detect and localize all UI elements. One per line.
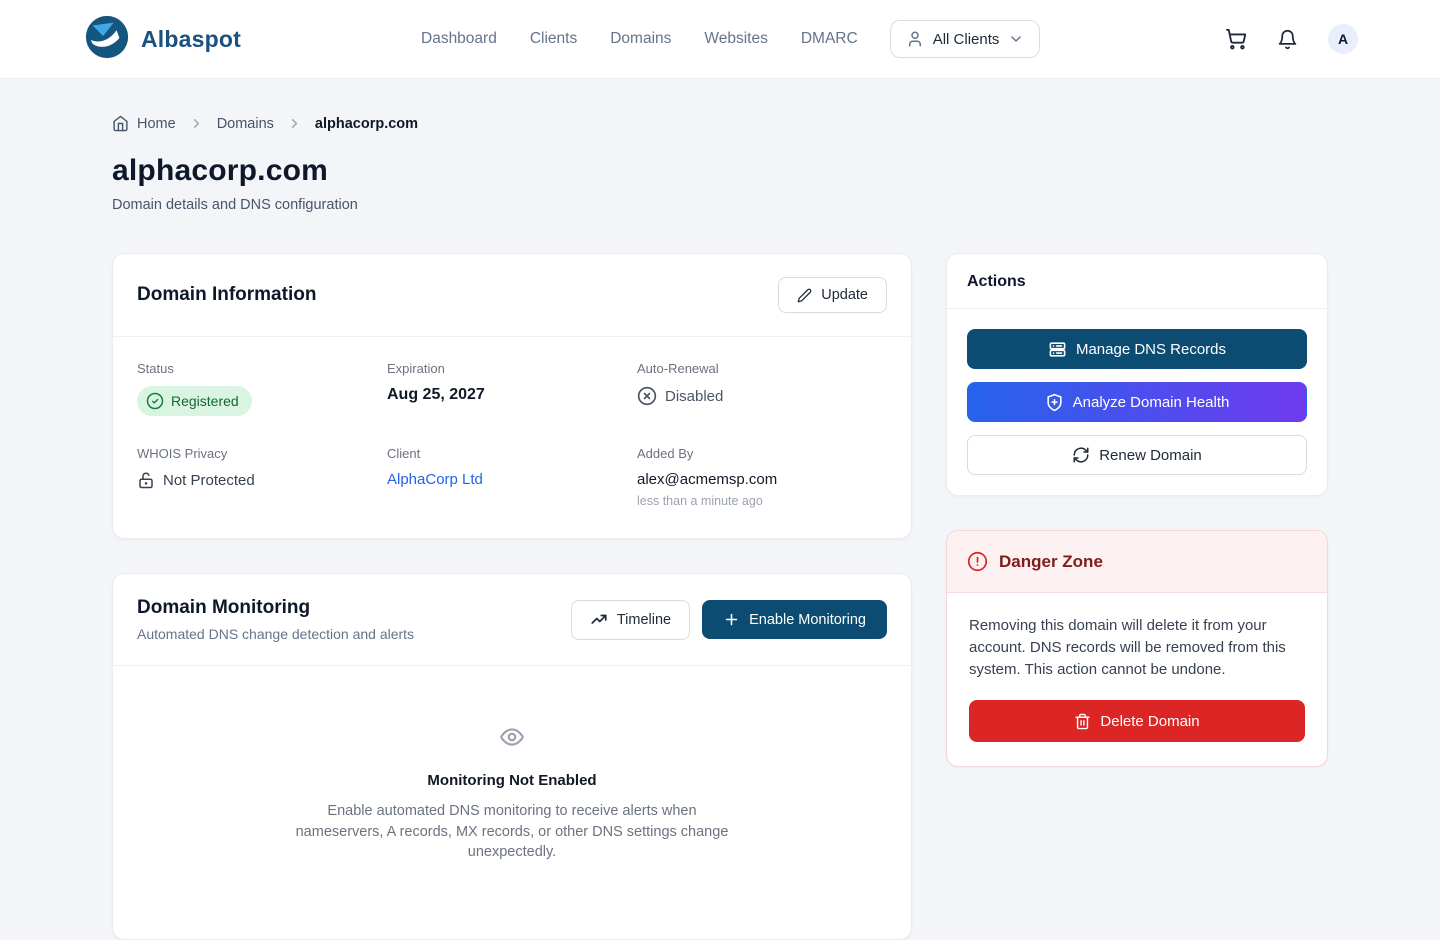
delete-domain-label: Delete Domain: [1100, 713, 1199, 730]
nav-websites[interactable]: Websites: [704, 30, 767, 48]
timeline-button-label: Timeline: [617, 612, 671, 628]
status-badge-label: Registered: [171, 393, 239, 409]
plus-icon: [723, 611, 740, 628]
analyze-domain-health-label: Analyze Domain Health: [1073, 394, 1230, 411]
trash-icon: [1074, 713, 1091, 730]
monitoring-title: Domain Monitoring: [137, 597, 414, 619]
actions-title: Actions: [967, 273, 1307, 291]
added-by-label: Added By: [637, 446, 887, 461]
domain-information-card: Domain Information Update Status: [112, 253, 912, 539]
user-avatar[interactable]: A: [1328, 24, 1358, 54]
cart-icon[interactable]: [1225, 28, 1247, 50]
server-icon: [1048, 340, 1067, 359]
trending-up-icon: [590, 611, 608, 629]
shield-plus-icon: [1045, 393, 1064, 412]
nav-dashboard[interactable]: Dashboard: [421, 30, 497, 48]
renew-domain-button[interactable]: Renew Domain: [967, 435, 1307, 475]
monitoring-subtitle: Automated DNS change detection and alert…: [137, 626, 414, 642]
chevron-right-icon: [287, 116, 302, 131]
topbar-right-group: A: [1225, 24, 1358, 54]
timeline-button[interactable]: Timeline: [571, 600, 690, 640]
albaspot-logo-icon: [84, 14, 130, 65]
monitoring-empty-title: Monitoring Not Enabled: [153, 772, 871, 789]
update-button-label: Update: [821, 287, 868, 303]
enable-monitoring-label: Enable Monitoring: [749, 612, 866, 628]
main-column: Domain Information Update Status: [112, 253, 912, 940]
status-label: Status: [137, 361, 387, 376]
expiration-value: Aug 25, 2027: [387, 386, 637, 404]
x-circle-icon: [637, 386, 657, 406]
client-label: Client: [387, 446, 637, 461]
breadcrumb-current: alphacorp.com: [315, 116, 418, 132]
eye-icon: [153, 724, 871, 750]
actions-card: Actions Manage DNS Records Analyze Domai…: [946, 253, 1328, 496]
monitoring-empty-body: Enable automated DNS monitoring to recei…: [286, 801, 738, 863]
delete-domain-button[interactable]: Delete Domain: [969, 700, 1305, 742]
client-selector-dropdown[interactable]: All Clients: [890, 20, 1041, 58]
danger-zone-text: Removing this domain will delete it from…: [969, 615, 1305, 680]
home-icon: [112, 115, 129, 132]
chevron-down-icon: [1008, 31, 1024, 47]
manage-dns-records-label: Manage DNS Records: [1076, 341, 1226, 358]
domain-monitoring-card: Domain Monitoring Automated DNS change d…: [112, 573, 912, 940]
auto-renewal-value: Disabled: [665, 388, 723, 405]
field-status: Status Registered: [137, 361, 387, 416]
field-added-by: Added By alex@acmemsp.com less than a mi…: [637, 446, 887, 508]
refresh-icon: [1072, 446, 1090, 464]
added-by-timestamp: less than a minute ago: [637, 494, 887, 508]
danger-zone-card: Danger Zone Removing this domain will de…: [946, 530, 1328, 767]
nav-clients[interactable]: Clients: [530, 30, 577, 48]
chevron-right-icon: [189, 116, 204, 131]
brand-logo[interactable]: Albaspot: [84, 14, 241, 65]
unlock-icon: [137, 471, 155, 489]
whois-value: Not Protected: [163, 472, 255, 489]
client-selector-value: All Clients: [933, 31, 1000, 48]
update-button[interactable]: Update: [778, 277, 887, 313]
top-navigation-bar: Albaspot Dashboard Clients Domains Websi…: [0, 0, 1440, 79]
field-expiration: Expiration Aug 25, 2027: [387, 361, 637, 416]
analyze-domain-health-button[interactable]: Analyze Domain Health: [967, 382, 1307, 422]
bell-icon[interactable]: [1277, 29, 1298, 50]
page-title: alphacorp.com: [112, 154, 1328, 188]
auto-renewal-label: Auto-Renewal: [637, 361, 887, 376]
brand-name: Albaspot: [141, 26, 241, 53]
field-whois: WHOIS Privacy Not Protected: [137, 446, 387, 508]
pencil-icon: [797, 288, 812, 303]
page-subtitle: Domain details and DNS configuration: [112, 197, 1328, 213]
domain-info-title: Domain Information: [137, 284, 316, 306]
enable-monitoring-button[interactable]: Enable Monitoring: [702, 600, 887, 639]
whois-label: WHOIS Privacy: [137, 446, 387, 461]
breadcrumb-home[interactable]: Home: [112, 115, 176, 132]
main-nav: Dashboard Clients Domains Websites DMARC: [421, 30, 858, 48]
status-badge: Registered: [137, 386, 252, 416]
expiration-label: Expiration: [387, 361, 637, 376]
field-client: Client AlphaCorp Ltd: [387, 446, 637, 508]
field-auto-renewal: Auto-Renewal Disabled: [637, 361, 887, 416]
client-link[interactable]: AlphaCorp Ltd: [387, 471, 483, 488]
breadcrumb-domains[interactable]: Domains: [217, 116, 274, 132]
user-icon: [906, 30, 924, 48]
monitoring-empty-state: Monitoring Not Enabled Enable automated …: [113, 666, 911, 939]
breadcrumb: Home Domains alphacorp.com: [112, 115, 1328, 132]
added-by-value: alex@acmemsp.com: [637, 471, 887, 488]
manage-dns-records-button[interactable]: Manage DNS Records: [967, 329, 1307, 369]
alert-circle-icon: [967, 551, 988, 572]
nav-domains[interactable]: Domains: [610, 30, 671, 48]
renew-domain-label: Renew Domain: [1099, 447, 1202, 464]
nav-dmarc[interactable]: DMARC: [801, 30, 858, 48]
breadcrumb-home-label: Home: [137, 116, 176, 132]
danger-zone-title: Danger Zone: [999, 552, 1103, 572]
side-column: Actions Manage DNS Records Analyze Domai…: [946, 253, 1328, 767]
check-circle-icon: [146, 392, 164, 410]
